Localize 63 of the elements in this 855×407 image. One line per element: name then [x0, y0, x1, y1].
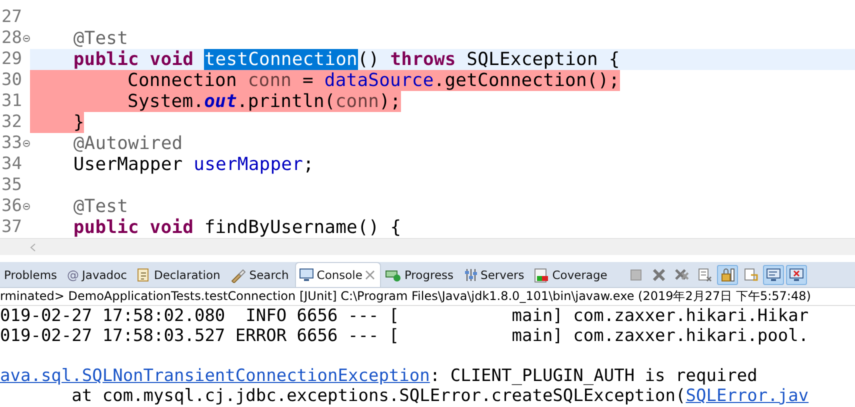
code-line: public void findByUsername() {	[72, 217, 402, 238]
flashlight-icon	[230, 268, 246, 282]
collapse-icon[interactable]	[23, 35, 30, 42]
view-tab[interactable]: Progress	[381, 262, 460, 287]
view-tab[interactable]: @ Javadoc	[63, 262, 133, 287]
tab-label: Declaration	[154, 268, 220, 282]
monitor-icon	[298, 268, 314, 282]
coverage-icon	[534, 268, 550, 282]
line-number: 36	[2, 196, 22, 217]
show-on-output-icon	[766, 266, 782, 282]
collapse-icon[interactable]	[23, 203, 30, 210]
toolbar-button[interactable]	[763, 264, 784, 284]
tab-label: Progress	[404, 268, 454, 282]
line-number: 28	[2, 28, 22, 49]
line-number: 33	[2, 133, 22, 154]
view-tab[interactable]: Declaration	[132, 262, 226, 287]
clear-console-icon	[696, 266, 713, 282]
view-tab[interactable]: Problems	[0, 262, 64, 287]
toolbar-button[interactable]	[717, 264, 738, 284]
close-icon[interactable]	[365, 270, 376, 280]
tab-label: Search	[249, 268, 289, 282]
line-number: 37	[2, 217, 22, 238]
view-tab[interactable]: Search	[226, 262, 295, 287]
line-number: 31	[2, 91, 22, 112]
progress-icon	[385, 268, 402, 282]
view-tab[interactable]: Coverage	[530, 262, 614, 287]
line-number: 27	[2, 7, 22, 28]
console-text: 019-02-27 17:58:03.527 ERROR 6656 --- [ main] com.zaxxer.hikari.pool.	[0, 326, 809, 346]
code-line: public void testConnection() throws SQLException {	[72, 49, 620, 70]
stack-trace-link[interactable]: ava.sql.SQLNonTransientConnectionException	[0, 366, 430, 386]
show-on-error-icon	[788, 266, 805, 282]
line-number: 35	[2, 175, 22, 196]
toolbar-button[interactable]	[786, 264, 808, 284]
scroll-lock-icon	[720, 266, 736, 282]
word-wrap-icon	[742, 266, 759, 282]
view-tab[interactable]: Console	[294, 262, 382, 287]
horizontal-scrollbar[interactable]	[0, 238, 855, 255]
line-number: 32	[2, 112, 22, 133]
tab-label: Javadoc	[82, 268, 127, 282]
stop-icon	[628, 266, 644, 282]
code-line: @Test	[72, 196, 128, 217]
code-line: UserMapper userMapper;	[72, 154, 314, 175]
code-line: @Autowired	[72, 133, 183, 154]
line-number: 30	[2, 70, 22, 91]
code-line: @Test	[72, 28, 128, 49]
tab-label: Console	[316, 268, 362, 282]
console-text: at com.mysql.cj.jdbc.exceptions.SQLError.createSQLException(	[70, 386, 686, 406]
console-text: : CLIENT_PLUGIN_AUTH is required	[430, 366, 758, 386]
javadoc-icon: @	[67, 268, 80, 282]
view-tab[interactable]: Servers	[460, 262, 530, 287]
remove-icon	[650, 266, 667, 282]
remove-all-icon	[674, 266, 690, 282]
console-text: 019-02-27 17:58:02.080 INFO 6656 --- [ main] com.zaxxer.hikari.Hikar	[0, 306, 809, 326]
collapse-icon[interactable]	[23, 140, 30, 147]
tab-label: Problems	[4, 268, 58, 282]
tab-label: Coverage	[552, 268, 608, 282]
line-number: 29	[2, 49, 22, 70]
stack-trace-link[interactable]: SQLError.jav	[686, 386, 809, 406]
line-number: 34	[2, 154, 22, 175]
servers-icon	[464, 268, 478, 282]
tab-label: Servers	[480, 268, 524, 282]
declaration-icon	[136, 268, 151, 282]
process-label: rminated> DemoApplicationTests.testConnection [JUnit] C:\Program Files\Java\jdk1.8.0_101\bin\javaw.exe (2019年2月27日 下午5:57:48)	[0, 288, 855, 306]
